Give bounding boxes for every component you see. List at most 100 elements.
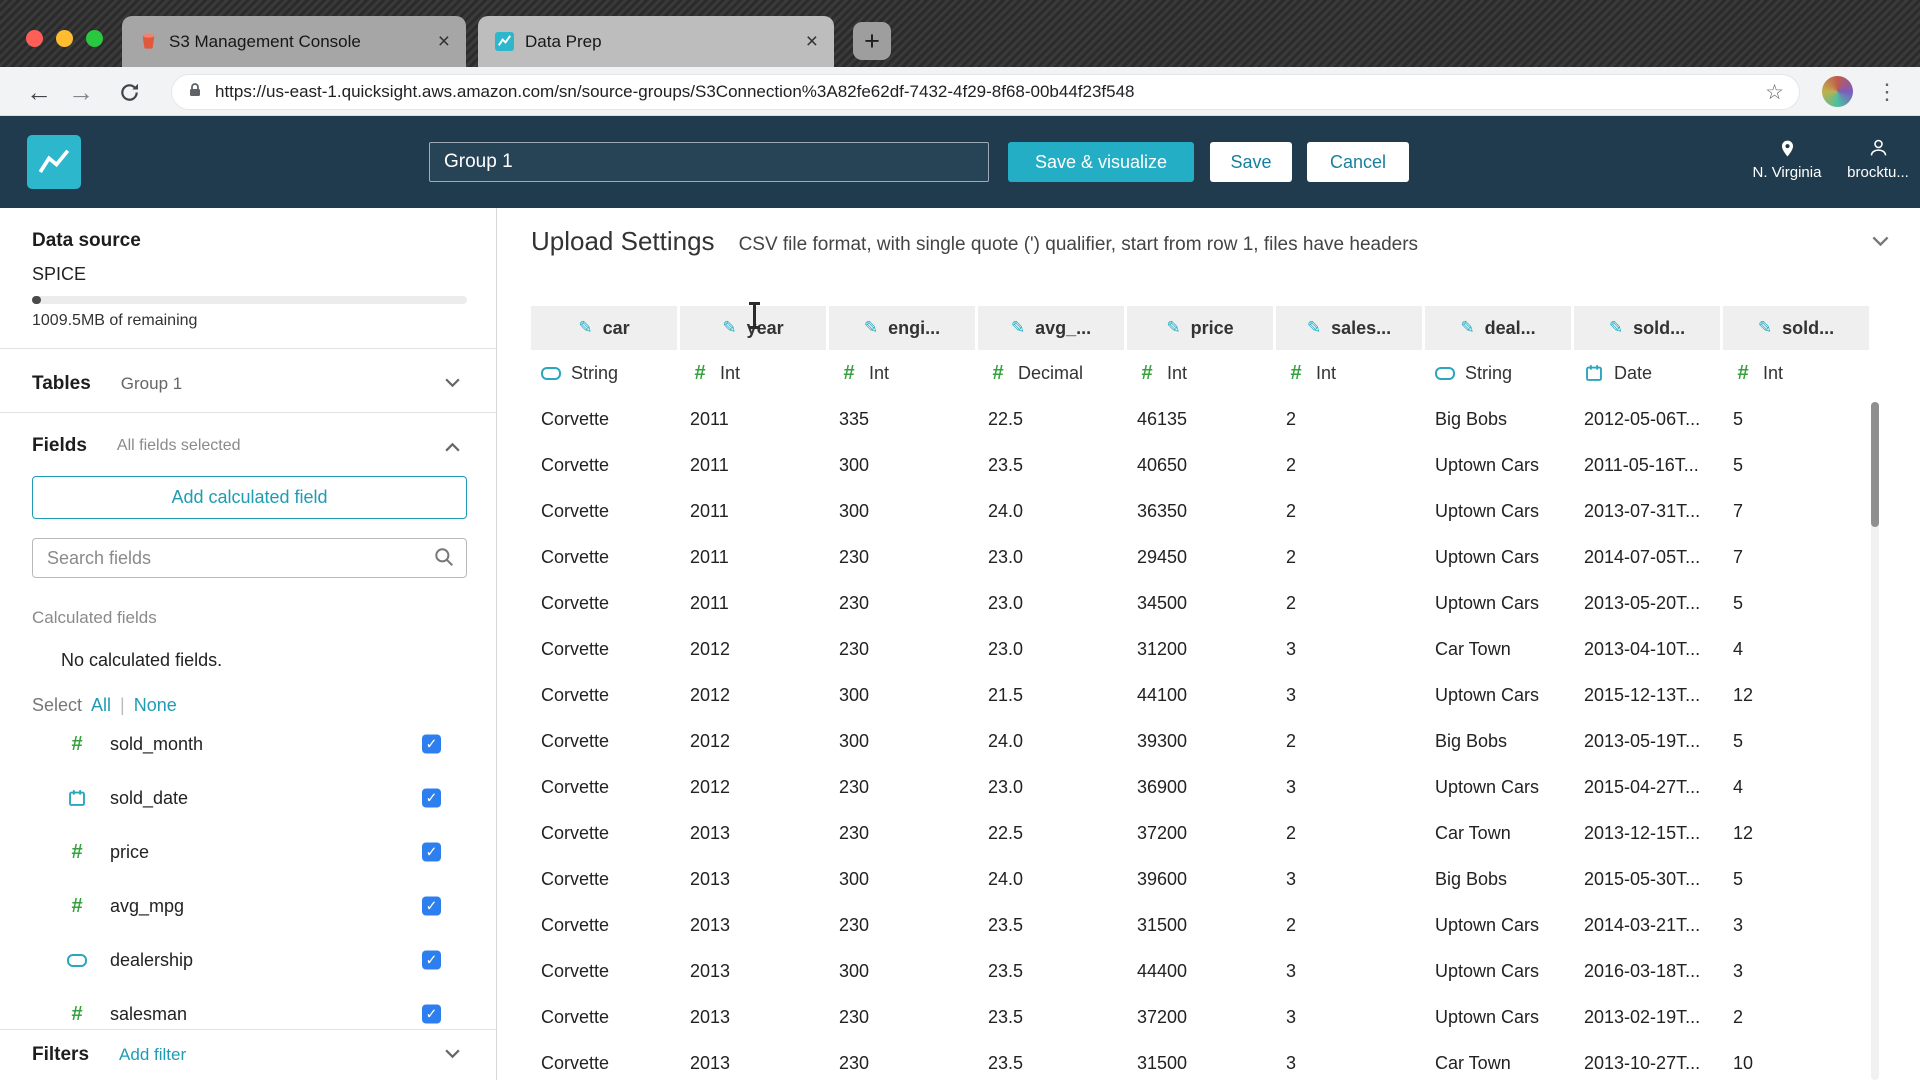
edit-column-icon[interactable]: ✎ — [578, 318, 592, 338]
fullscreen-window-button[interactable] — [86, 30, 103, 47]
browser-tab-strip: S3 Management Console × Data Prep × + — [0, 0, 1920, 67]
forward-icon[interactable]: → — [64, 75, 98, 109]
field-checkbox[interactable]: ✓ — [422, 950, 441, 970]
browser-tab-data-prep[interactable]: Data Prep × — [478, 16, 834, 67]
add-calculated-field-button[interactable]: Add calculated field — [32, 476, 467, 519]
edit-column-icon[interactable]: ✎ — [1011, 318, 1025, 338]
column-type-selector[interactable]: # Int — [680, 350, 826, 396]
column-header-car[interactable]: ✎ car — [531, 306, 677, 350]
field-name: dealership — [110, 949, 194, 970]
tables-section-header[interactable]: Tables Group 1 — [0, 358, 496, 410]
user-menu[interactable]: brocktu... — [1833, 130, 1920, 181]
chevron-up-icon[interactable] — [444, 437, 461, 455]
table-cell: 22.5 — [988, 822, 1024, 843]
column-type-label: Int — [720, 362, 741, 383]
fields-section-header[interactable]: Fields All fields selected — [0, 420, 496, 472]
field-checkbox[interactable]: ✓ — [422, 842, 441, 862]
column-header-sold[interactable]: ✎ sold... — [1723, 306, 1869, 350]
column-header-sold[interactable]: ✎ sold... — [1574, 306, 1720, 350]
column-type-selector[interactable]: String — [531, 350, 677, 396]
field-checkbox[interactable]: ✓ — [422, 896, 441, 916]
grid-body: Corvette 2011 335 22.5 46135 2 Big Bobs 2012-05… — [531, 396, 1871, 1080]
select-none-link[interactable]: None — [134, 695, 177, 716]
add-filter-link[interactable]: Add filter — [119, 1045, 186, 1065]
table-cell: 24.0 — [988, 868, 1024, 889]
table-cell: 23.5 — [988, 960, 1024, 981]
cancel-button[interactable]: Cancel — [1307, 142, 1409, 182]
back-icon[interactable]: ← — [22, 75, 56, 109]
column-header-sales[interactable]: ✎ sales... — [1276, 306, 1422, 350]
column-header-price[interactable]: ✎ price — [1127, 306, 1273, 350]
save-button[interactable]: Save — [1210, 142, 1292, 182]
chevron-down-icon[interactable] — [444, 1046, 461, 1064]
chevron-down-icon[interactable] — [444, 375, 461, 393]
edit-column-icon[interactable]: ✎ — [864, 318, 878, 338]
browser-menu-icon[interactable]: ⋮ — [1872, 75, 1902, 109]
table-cell: 2011 — [690, 546, 729, 567]
edit-column-icon[interactable]: ✎ — [1460, 318, 1474, 338]
profile-avatar[interactable] — [1822, 76, 1853, 107]
close-window-button[interactable] — [26, 30, 43, 47]
url-bar[interactable]: https://us-east-1.quicksight.aws.amazon.… — [171, 74, 1800, 110]
new-tab-button[interactable]: + — [853, 22, 891, 60]
table-cell: 230 — [839, 914, 870, 935]
field-checkbox[interactable]: ✓ — [422, 734, 441, 754]
bookmark-star-icon[interactable]: ☆ — [1765, 80, 1784, 105]
column-type-selector[interactable]: # Int — [1723, 350, 1869, 396]
spice-label: SPICE — [32, 264, 87, 284]
tables-label: Tables — [32, 373, 91, 394]
region-selector[interactable]: N. Virginia — [1743, 130, 1831, 181]
group-name-input[interactable] — [429, 142, 989, 182]
column-type-selector[interactable]: # Decimal — [978, 350, 1124, 396]
edit-column-icon[interactable]: ✎ — [722, 318, 736, 338]
table-cell: 46135 — [1137, 408, 1188, 429]
collapse-settings-chevron-icon[interactable] — [1871, 234, 1890, 252]
search-fields-input[interactable] — [32, 538, 467, 578]
grid-type-row: String # Int # Int # Decimal # Int # Int String Date… — [531, 350, 1871, 396]
column-header-engi[interactable]: ✎ engi... — [829, 306, 975, 350]
table-row: Corvette 2013 230 22.5 37200 2 Car Town 2013-12… — [531, 810, 1871, 856]
browser-tab-s3[interactable]: S3 Management Console × — [122, 16, 466, 67]
edit-column-icon[interactable]: ✎ — [1758, 318, 1772, 338]
table-cell: 230 — [839, 776, 870, 797]
select-all-link[interactable]: All — [91, 695, 111, 716]
table-cell: 5 — [1733, 730, 1744, 751]
close-tab-icon[interactable]: × — [438, 31, 450, 52]
column-header-label: car — [602, 317, 630, 338]
table-cell: 4 — [1733, 776, 1744, 797]
column-type-selector[interactable]: String — [1425, 350, 1571, 396]
field-checkbox[interactable]: ✓ — [422, 788, 441, 808]
field-search — [32, 538, 467, 578]
number-type-icon: # — [71, 840, 83, 863]
column-type-label: Int — [1763, 362, 1784, 383]
column-type-selector[interactable]: Date — [1574, 350, 1720, 396]
table-cell: Uptown Cars — [1435, 592, 1540, 613]
column-type-selector[interactable]: # Int — [1127, 350, 1273, 396]
column-header-deal[interactable]: ✎ deal... — [1425, 306, 1571, 350]
table-scrollbar-thumb[interactable] — [1871, 402, 1879, 527]
table-cell: 3 — [1286, 868, 1297, 889]
save-visualize-button[interactable]: Save & visualize — [1008, 142, 1194, 182]
edit-column-icon[interactable]: ✎ — [1307, 318, 1321, 338]
edit-column-icon[interactable]: ✎ — [1166, 318, 1180, 338]
filters-section-header[interactable]: Filters Add filter — [0, 1029, 496, 1080]
table-cell: 2014-07-05T... — [1584, 546, 1701, 567]
column-type-label: Date — [1614, 362, 1653, 383]
field-name: sold_date — [110, 787, 189, 808]
field-checkbox[interactable]: ✓ — [422, 1004, 441, 1024]
close-tab-icon[interactable]: × — [806, 31, 818, 52]
table-cell: 2012 — [690, 730, 731, 751]
reload-icon[interactable] — [112, 75, 146, 109]
edit-column-icon[interactable]: ✎ — [1609, 318, 1623, 338]
table-cell: 23.5 — [988, 454, 1024, 475]
table-cell: 2011-05-16T... — [1584, 454, 1699, 475]
table-row: Corvette 2013 230 23.5 31500 2 Uptown Cars 2014… — [531, 902, 1871, 948]
minimize-window-button[interactable] — [56, 30, 73, 47]
quicksight-logo[interactable] — [27, 135, 81, 189]
table-cell: Uptown Cars — [1435, 500, 1540, 521]
number-type-icon: # — [71, 894, 83, 917]
column-header-avg_[interactable]: ✎ avg_... — [978, 306, 1124, 350]
column-type-selector[interactable]: # Int — [1276, 350, 1422, 396]
column-type-selector[interactable]: # Int — [829, 350, 975, 396]
column-header-label: engi... — [888, 317, 941, 338]
